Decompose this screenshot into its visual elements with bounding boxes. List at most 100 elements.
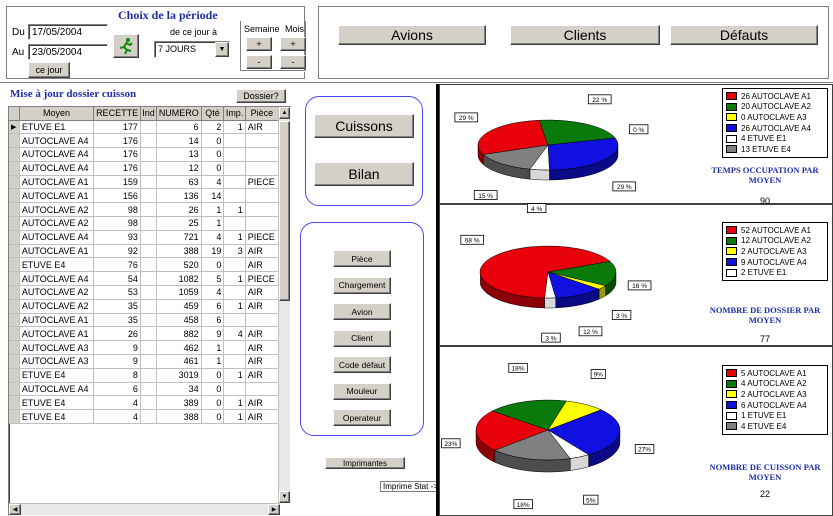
table-row[interactable]: AUTOCLAVE A2 98 26 1 1: [9, 202, 280, 218]
row-selector[interactable]: [9, 299, 20, 314]
table-row[interactable]: AUTOCLAVE A1 35 458 6: [9, 313, 280, 328]
table-cell[interactable]: [140, 244, 158, 259]
table-cell[interactable]: AIR: [245, 340, 280, 356]
table-cell[interactable]: 459: [156, 299, 202, 314]
dossier-button[interactable]: Dossier?: [236, 89, 286, 103]
table-cell[interactable]: AUTOCLAVE A1: [19, 244, 95, 259]
table-cell[interactable]: AUTOCLAVE A4: [19, 230, 95, 245]
table-cell[interactable]: [223, 216, 246, 231]
table-cell[interactable]: 0: [201, 133, 225, 149]
bilan-button[interactable]: Bilan: [314, 162, 414, 186]
table-cell[interactable]: [140, 340, 158, 356]
table-row[interactable]: AUTOCLAVE A3 9 462 1 AIR: [9, 340, 280, 356]
table-row[interactable]: AUTOCLAVE A4 6 34 0: [9, 382, 280, 397]
table-cell[interactable]: 1: [223, 409, 246, 425]
table-cell[interactable]: AIR: [245, 354, 280, 369]
scroll-thumb[interactable]: [279, 121, 290, 301]
table-cell[interactable]: 1: [223, 368, 246, 383]
chevron-down-icon[interactable]: ▼: [215, 42, 229, 57]
table-cell[interactable]: AIR: [245, 285, 280, 300]
row-selector[interactable]: [9, 326, 20, 342]
table-row[interactable]: AUTOCLAVE A4 93 721 4 1 PIECE: [9, 230, 280, 245]
table-cell[interactable]: 461: [156, 354, 202, 369]
table-cell[interactable]: ETUVE E4: [19, 368, 95, 383]
table-cell[interactable]: 4: [93, 395, 141, 411]
table-cell[interactable]: 6: [201, 313, 225, 328]
table-cell[interactable]: 4: [93, 409, 141, 425]
table-cell[interactable]: [223, 133, 246, 149]
table-cell[interactable]: 388: [156, 244, 202, 259]
table-cell[interactable]: [140, 188, 158, 204]
row-selector[interactable]: [9, 368, 20, 383]
table-cell[interactable]: [140, 354, 158, 369]
table-cell[interactable]: 9: [93, 354, 141, 369]
table-row[interactable]: AUTOCLAVE A1 92 388 19 3 AIR: [9, 244, 280, 259]
table-cell[interactable]: [140, 382, 158, 397]
chargement-button[interactable]: Chargement: [333, 276, 391, 294]
table-row[interactable]: ETUVE E4 8 3019 0 1 AIR: [9, 368, 280, 383]
table-cell[interactable]: 4: [223, 326, 246, 342]
row-selector[interactable]: [9, 313, 20, 328]
mouleur-button[interactable]: Mouleur: [333, 382, 391, 400]
table-cell[interactable]: AUTOCLAVE A1: [19, 188, 95, 204]
table-cell[interactable]: 9: [201, 326, 225, 342]
table-cell[interactable]: 1: [223, 271, 246, 287]
table-cell[interactable]: AIR: [245, 326, 280, 342]
table-cell[interactable]: 721: [156, 230, 202, 245]
scroll-up-button[interactable]: ▲: [279, 107, 290, 119]
scroll-right-button[interactable]: ▶: [268, 504, 280, 515]
mois-minus-button[interactable]: -: [280, 55, 306, 69]
table-cell[interactable]: [223, 313, 246, 328]
table-cell[interactable]: [140, 230, 158, 245]
table-cell[interactable]: AUTOCLAVE A4: [19, 133, 95, 149]
table-cell[interactable]: [140, 120, 158, 135]
table-cell[interactable]: ETUVE E4: [19, 409, 95, 425]
table-cell[interactable]: 1: [201, 202, 225, 218]
table-cell[interactable]: 177: [93, 120, 141, 135]
table-cell[interactable]: AIR: [245, 120, 280, 135]
table-cell[interactable]: [223, 188, 246, 204]
table-row[interactable]: AUTOCLAVE A1 156 136 14: [9, 188, 280, 204]
table-cell[interactable]: AIR: [245, 368, 280, 383]
table-cell[interactable]: AUTOCLAVE A2: [19, 202, 95, 218]
table-cell[interactable]: 388: [156, 409, 202, 425]
table-cell[interactable]: AUTOCLAVE A1: [19, 175, 95, 190]
table-cell[interactable]: ETUVE E4: [19, 257, 95, 273]
row-selector[interactable]: [9, 409, 20, 425]
client-button[interactable]: Client: [333, 329, 391, 347]
table-cell[interactable]: [140, 326, 158, 342]
table-cell[interactable]: [140, 313, 158, 328]
table-cell[interactable]: [223, 147, 246, 162]
column-header[interactable]: NUMERO: [156, 107, 202, 121]
avion-button[interactable]: Avion: [333, 303, 391, 320]
scroll-left-button[interactable]: ◀: [9, 504, 21, 515]
semaine-plus-button[interactable]: +: [246, 37, 272, 51]
row-selector[interactable]: [9, 175, 20, 190]
table-cell[interactable]: 882: [156, 326, 202, 342]
table-cell[interactable]: 1: [223, 202, 246, 218]
table-cell[interactable]: [245, 216, 280, 231]
table-cell[interactable]: AIR: [245, 299, 280, 314]
table-cell[interactable]: 458: [156, 313, 202, 328]
table-cell[interactable]: AUTOCLAVE A4: [19, 161, 95, 176]
table-cell[interactable]: 26: [93, 326, 141, 342]
table-cell[interactable]: 1: [201, 216, 225, 231]
table-cell[interactable]: 98: [93, 202, 141, 218]
table-row[interactable]: AUTOCLAVE A2 35 459 6 1 AIR: [9, 299, 280, 314]
table-cell[interactable]: [140, 299, 158, 314]
table-cell[interactable]: 0: [201, 395, 225, 411]
row-selector[interactable]: [9, 382, 20, 397]
row-selector[interactable]: [9, 161, 20, 176]
table-cell[interactable]: [245, 188, 280, 204]
column-header[interactable]: RECETTE: [93, 107, 141, 121]
table-cell[interactable]: 176: [93, 133, 141, 149]
table-row[interactable]: AUTOCLAVE A4 54 1082 5 1 PIECE: [9, 271, 280, 287]
table-cell[interactable]: 0: [201, 382, 225, 397]
table-cell[interactable]: AIR: [245, 395, 280, 411]
table-row[interactable]: AUTOCLAVE A4 176 14 0: [9, 133, 280, 149]
table-cell[interactable]: [140, 395, 158, 411]
column-header[interactable]: Imp.: [223, 107, 246, 121]
avions-button[interactable]: Avions: [338, 25, 486, 45]
table-cell[interactable]: 6: [201, 299, 225, 314]
table-row[interactable]: AUTOCLAVE A1 26 882 9 4 AIR: [9, 326, 280, 342]
